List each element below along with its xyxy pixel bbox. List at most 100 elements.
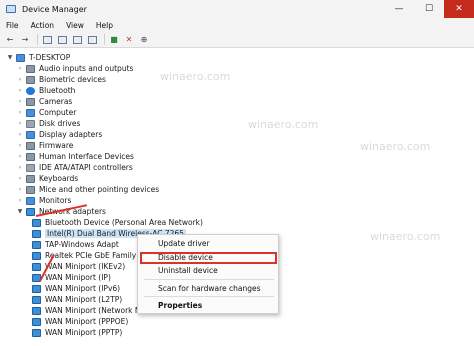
network-adapter-icon <box>32 306 41 315</box>
network-adapter-icon <box>32 284 41 293</box>
add-driver-icon: ■ <box>110 35 118 44</box>
network-item-wan-pppoe[interactable]: WAN Miniport (PPPOE) <box>30 316 128 327</box>
chevron-right-icon[interactable]: › <box>16 76 24 83</box>
minimize-button[interactable]: — <box>384 0 414 18</box>
help-icon <box>57 35 67 44</box>
tree-item-disk[interactable]: › Disk drives <box>16 118 81 129</box>
down-arrow-circle-icon: ⊕ <box>140 35 148 44</box>
add-driver-button[interactable]: ■ <box>108 34 120 46</box>
update-driver-icon <box>72 35 82 44</box>
tree-item-biometric[interactable]: › Biometric devices <box>16 74 106 85</box>
menu-help[interactable]: Help <box>90 21 119 30</box>
chip-icon <box>26 141 35 150</box>
network-adapter-icon <box>32 251 41 260</box>
tree-item-cameras[interactable]: › Cameras <box>16 96 73 107</box>
mouse-icon <box>26 185 35 194</box>
forward-button[interactable]: → <box>19 34 31 46</box>
tree-item-ide[interactable]: › IDE ATA/ATAPI controllers <box>16 162 133 173</box>
chevron-right-icon[interactable]: › <box>16 142 24 149</box>
properties-menu-item[interactable]: Properties <box>158 301 202 310</box>
computer-icon <box>26 108 35 117</box>
scan-toolbar-button[interactable] <box>86 34 98 46</box>
tree-item-display[interactable]: › Display adapters <box>16 129 103 140</box>
tree-item-label: Mice and other pointing devices <box>39 185 160 194</box>
toolbar-separator-2 <box>104 34 105 45</box>
chevron-down-icon[interactable]: ▼ <box>6 54 14 61</box>
menu-view[interactable]: View <box>60 21 90 30</box>
tree-item-monitors[interactable]: › Monitors <box>16 195 72 206</box>
network-adapter-icon <box>32 240 41 249</box>
network-item-tap[interactable]: TAP-Windows Adapt <box>30 239 119 250</box>
tree-item-mice[interactable]: › Mice and other pointing devices <box>16 184 159 195</box>
network-item-label: WAN Miniport (Network M <box>45 306 142 315</box>
context-menu: Update driver Disable device Uninstall d… <box>137 234 279 314</box>
tree-item-firmware[interactable]: › Firmware <box>16 140 74 151</box>
tree-item-label: Monitors <box>39 196 72 205</box>
device-manager-icon <box>6 5 16 13</box>
tree-item-label: Display adapters <box>39 130 103 139</box>
chevron-down-icon[interactable]: ▼ <box>16 208 24 215</box>
fingerprint-icon <box>26 75 35 84</box>
tree-item-hid[interactable]: › Human Interface Devices <box>16 151 134 162</box>
network-item-label: WAN Miniport (PPPOE) <box>45 317 129 326</box>
network-item-wan-network-monitor[interactable]: WAN Miniport (Network M <box>30 305 141 316</box>
chevron-right-icon[interactable]: › <box>16 131 24 138</box>
uninstall-toolbar-button[interactable]: ✕ <box>123 34 135 46</box>
tree-item-computer[interactable]: › Computer <box>16 107 77 118</box>
network-item-label: WAN Miniport (L2TP) <box>45 295 123 304</box>
tree-item-label: Disk drives <box>39 119 81 128</box>
disk-icon <box>26 119 35 128</box>
back-button[interactable]: ← <box>4 34 16 46</box>
chevron-right-icon[interactable]: › <box>16 109 24 116</box>
close-button[interactable]: ✕ <box>444 0 474 18</box>
help-toolbar-button[interactable] <box>56 34 68 46</box>
menu-file[interactable]: File <box>0 21 25 30</box>
watermark: winaero.com <box>370 230 441 243</box>
chevron-right-icon[interactable]: › <box>16 186 24 193</box>
scan-hardware-menu-item[interactable]: Scan for hardware changes <box>158 284 261 293</box>
window-title: Device Manager <box>22 4 87 14</box>
chevron-right-icon[interactable]: › <box>16 65 24 72</box>
tree-item-label: Cameras <box>39 97 73 106</box>
monitor-icon <box>87 35 97 44</box>
update-driver-menu-item[interactable]: Update driver <box>158 239 210 248</box>
uninstall-device-menu-item[interactable]: Uninstall device <box>158 266 218 275</box>
tree-item-keyboards[interactable]: › Keyboards <box>16 173 78 184</box>
network-item-label: WAN Miniport (IKEv2) <box>45 262 126 271</box>
chevron-right-icon[interactable]: › <box>16 197 24 204</box>
network-item-label: TAP-Windows Adapt <box>45 240 119 249</box>
chevron-right-icon[interactable]: › <box>16 153 24 160</box>
toolbar: ← → ■ ✕ ⊕ <box>0 32 474 48</box>
network-item-realtek[interactable]: Realtek PCIe GbE Family Co <box>30 250 148 261</box>
watermark: winaero.com <box>160 70 231 83</box>
network-adapter-icon <box>32 262 41 271</box>
chevron-right-icon[interactable]: › <box>16 175 24 182</box>
properties-toolbar-button[interactable] <box>41 34 53 46</box>
disable-device-menu-item[interactable]: Disable device <box>158 253 213 262</box>
tree-item-label: Bluetooth <box>39 86 76 95</box>
chevron-right-icon[interactable]: › <box>16 164 24 171</box>
network-item-wan-pptp[interactable]: WAN Miniport (PPTP) <box>30 327 122 338</box>
chevron-right-icon[interactable]: › <box>16 98 24 105</box>
network-item-wan-l2tp[interactable]: WAN Miniport (L2TP) <box>30 294 122 305</box>
context-menu-separator-2 <box>144 296 274 297</box>
maximize-button[interactable]: ☐ <box>414 0 444 18</box>
tree-item-audio[interactable]: › Audio inputs and outputs <box>16 63 134 74</box>
disable-toolbar-button[interactable]: ⊕ <box>138 34 150 46</box>
network-item-bt-pan[interactable]: Bluetooth Device (Personal Area Network) <box>30 217 203 228</box>
network-adapter-icon <box>32 317 41 326</box>
chevron-right-icon[interactable]: › <box>16 87 24 94</box>
keyboard-icon <box>26 174 35 183</box>
network-item-label: Bluetooth Device (Personal Area Network) <box>45 218 203 227</box>
speaker-icon <box>26 64 35 73</box>
update-driver-toolbar-button[interactable] <box>71 34 83 46</box>
tree-item-bluetooth[interactable]: › Bluetooth <box>16 85 76 96</box>
tree-item-label: Keyboards <box>39 174 79 183</box>
network-item-wan-ipv6[interactable]: WAN Miniport (IPv6) <box>30 283 120 294</box>
network-adapter-icon <box>32 295 41 304</box>
menu-action[interactable]: Action <box>25 21 61 30</box>
network-icon <box>26 207 35 216</box>
tree-root[interactable]: ▼ T-DESKTOP <box>6 52 71 63</box>
menu-bar: File Action View Help <box>0 18 474 32</box>
chevron-right-icon[interactable]: › <box>16 120 24 127</box>
